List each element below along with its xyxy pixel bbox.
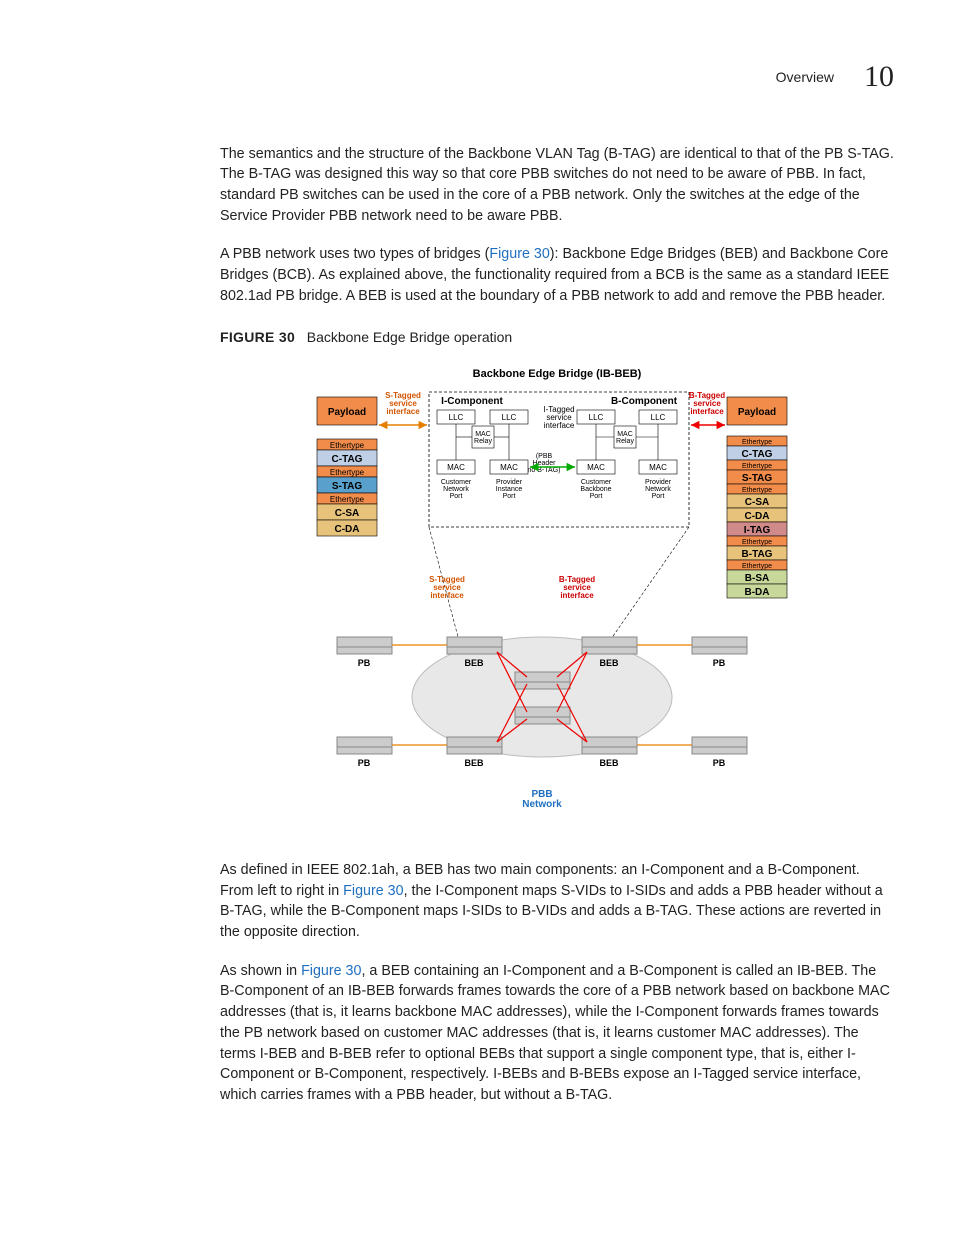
svg-text:B-Component: B-Component <box>611 396 678 407</box>
svg-text:S-Taggedserviceinterface: S-Taggedserviceinterface <box>385 391 421 416</box>
svg-text:Ethertype: Ethertype <box>742 463 772 470</box>
svg-text:LLC: LLC <box>449 413 464 422</box>
svg-text:LLC: LLC <box>589 413 604 422</box>
svg-text:PBBNetwork: PBBNetwork <box>522 789 562 810</box>
svg-text:ProviderNetworkPort: ProviderNetworkPort <box>645 479 672 500</box>
paragraph-2: A PBB network uses two types of bridges … <box>220 244 894 306</box>
svg-text:C-DA: C-DA <box>335 524 360 535</box>
svg-text:Ethertype: Ethertype <box>742 539 772 546</box>
svg-text:PB: PB <box>358 758 371 768</box>
svg-text:MAC: MAC <box>447 463 465 472</box>
figure-label: FIGURE 30 <box>220 329 295 345</box>
svg-text:C-SA: C-SA <box>335 508 359 519</box>
svg-text:BEB: BEB <box>464 758 484 768</box>
svg-text:Ethertype: Ethertype <box>330 441 365 450</box>
svg-text:B-DA: B-DA <box>745 587 770 598</box>
figure-link-3[interactable]: Figure 30 <box>301 963 361 979</box>
figure-caption: Backbone Edge Bridge operation <box>307 329 512 345</box>
svg-text:B-SA: B-SA <box>745 573 769 584</box>
paragraph-4: As shown in Figure 30, a BEB containing … <box>220 961 894 1106</box>
svg-text:Payload: Payload <box>328 407 366 418</box>
svg-text:B-Taggedserviceinterface: B-Taggedserviceinterface <box>689 391 725 416</box>
svg-text:S-TAG: S-TAG <box>332 481 363 492</box>
svg-text:Ethertype: Ethertype <box>742 487 772 494</box>
svg-text:I-Taggedserviceinterface: I-Taggedserviceinterface <box>543 405 574 430</box>
p2-text-a: A PBB network uses two types of bridges … <box>220 246 489 262</box>
svg-text:Payload: Payload <box>738 407 776 418</box>
svg-text:I-Component: I-Component <box>441 396 503 407</box>
svg-text:MAC: MAC <box>587 463 605 472</box>
figure-30-diagram: Backbone Edge Bridge (IB-BEB) I-Componen… <box>220 362 894 832</box>
p4-text-a: As shown in <box>220 963 301 979</box>
svg-text:CustomerBackbonePort: CustomerBackbonePort <box>580 479 611 500</box>
paragraph-3: As defined in IEEE 802.1ah, a BEB has tw… <box>220 860 894 943</box>
diagram-title: Backbone Edge Bridge (IB-BEB) <box>473 368 642 380</box>
svg-text:Ethertype: Ethertype <box>330 468 365 477</box>
svg-text:I-TAG: I-TAG <box>744 525 771 536</box>
figure-link-1[interactable]: Figure 30 <box>489 246 549 262</box>
svg-text:BEB: BEB <box>599 658 619 668</box>
figure-caption-line: FIGURE 30 Backbone Edge Bridge operation <box>220 327 894 347</box>
svg-text:BEB: BEB <box>464 658 484 668</box>
svg-text:B-Taggedserviceinterface: B-Taggedserviceinterface <box>559 575 595 600</box>
header-section: Overview <box>776 67 834 87</box>
svg-text:MAC: MAC <box>649 463 667 472</box>
chapter-number: 10 <box>864 55 894 99</box>
svg-text:C-DA: C-DA <box>745 511 770 522</box>
svg-text:C-TAG: C-TAG <box>332 454 363 465</box>
svg-text:(PBBHeaderno B-TAG): (PBBHeaderno B-TAG) <box>528 453 561 474</box>
svg-text:C-TAG: C-TAG <box>742 449 773 460</box>
svg-text:LLC: LLC <box>502 413 517 422</box>
svg-text:PB: PB <box>713 658 726 668</box>
left-frame-stack: Payload Ethertype C-TAG Ethertype S-TAG … <box>317 397 377 536</box>
paragraph-1: The semantics and the structure of the B… <box>220 144 894 227</box>
right-frame-stack: Payload Ethertype C-TAG Ethertype S-TAG … <box>727 397 787 598</box>
svg-text:MACRelay: MACRelay <box>616 431 634 445</box>
figure-link-2[interactable]: Figure 30 <box>343 883 403 899</box>
svg-text:PB: PB <box>713 758 726 768</box>
svg-text:Ethertype: Ethertype <box>330 495 365 504</box>
svg-text:C-SA: C-SA <box>745 497 769 508</box>
svg-text:LLC: LLC <box>651 413 666 422</box>
svg-text:Ethertype: Ethertype <box>742 563 772 570</box>
svg-text:ProviderInstancePort: ProviderInstancePort <box>496 479 523 500</box>
svg-text:Ethertype: Ethertype <box>742 439 772 446</box>
svg-text:BEB: BEB <box>599 758 619 768</box>
svg-text:CustomerNetworkPort: CustomerNetworkPort <box>441 479 472 500</box>
svg-text:MACRelay: MACRelay <box>474 431 492 445</box>
svg-text:S-Taggedserviceinterface: S-Taggedserviceinterface <box>429 575 465 600</box>
svg-text:MAC: MAC <box>500 463 518 472</box>
svg-text:B-TAG: B-TAG <box>742 549 773 560</box>
svg-text:S-TAG: S-TAG <box>742 473 773 484</box>
svg-text:PB: PB <box>358 658 371 668</box>
p4-text-b: , a BEB containing an I-Component and a … <box>220 963 890 1103</box>
